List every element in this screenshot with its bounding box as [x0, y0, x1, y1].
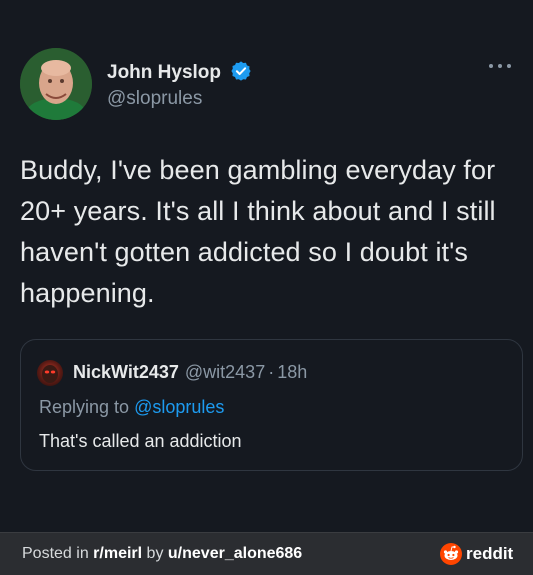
quote-author-handle[interactable]: @wit2437: [185, 362, 265, 382]
verified-badge-icon: [231, 61, 251, 81]
quote-timestamp[interactable]: 18h: [277, 362, 307, 382]
author-avatar[interactable]: [20, 48, 92, 120]
footer-posted-in: Posted in: [22, 545, 89, 562]
footer-by: by: [146, 545, 164, 562]
reddit-footer-bar: Posted in r/meirl by u/never_alone686 re…: [0, 532, 533, 575]
author-handle[interactable]: @sloprules: [107, 88, 202, 110]
quoted-tweet-card[interactable]: NickWit2437 @wit2437 · 18h Replying to @slo…: [20, 339, 523, 471]
tweet-screenshot: John Hyslop @sloprules Buddy, I've been …: [0, 0, 533, 575]
quote-author-name[interactable]: NickWit2437: [73, 362, 179, 382]
replying-to: Replying to @sloprules: [39, 397, 224, 418]
quote-avatar[interactable]: [37, 360, 63, 386]
quote-body-text: That's called an addiction: [39, 431, 242, 451]
footer-subreddit-link[interactable]: r/meirl: [93, 545, 142, 562]
footer-user-link[interactable]: u/never_alone686: [168, 545, 302, 562]
replying-prefix: Replying to: [39, 397, 130, 417]
quote-header: NickWit2437 @wit2437 · 18h: [73, 362, 307, 383]
quote-avatar-icon: [42, 365, 58, 383]
author-name[interactable]: John Hyslop: [107, 62, 221, 84]
tweet-text: Buddy, I've been gambling everyday for 2…: [20, 155, 496, 308]
more-options-icon[interactable]: [487, 60, 513, 72]
avatar-photo: [20, 48, 92, 120]
replying-handle-link[interactable]: @sloprules: [134, 397, 224, 417]
tweet-header: John Hyslop @sloprules: [20, 48, 513, 120]
reddit-logo-icon: [440, 543, 462, 565]
reddit-brand-label[interactable]: reddit: [466, 544, 513, 564]
quote-separator: ·: [268, 362, 275, 382]
footer-attribution: Posted in r/meirl by u/never_alone686: [22, 545, 302, 563]
